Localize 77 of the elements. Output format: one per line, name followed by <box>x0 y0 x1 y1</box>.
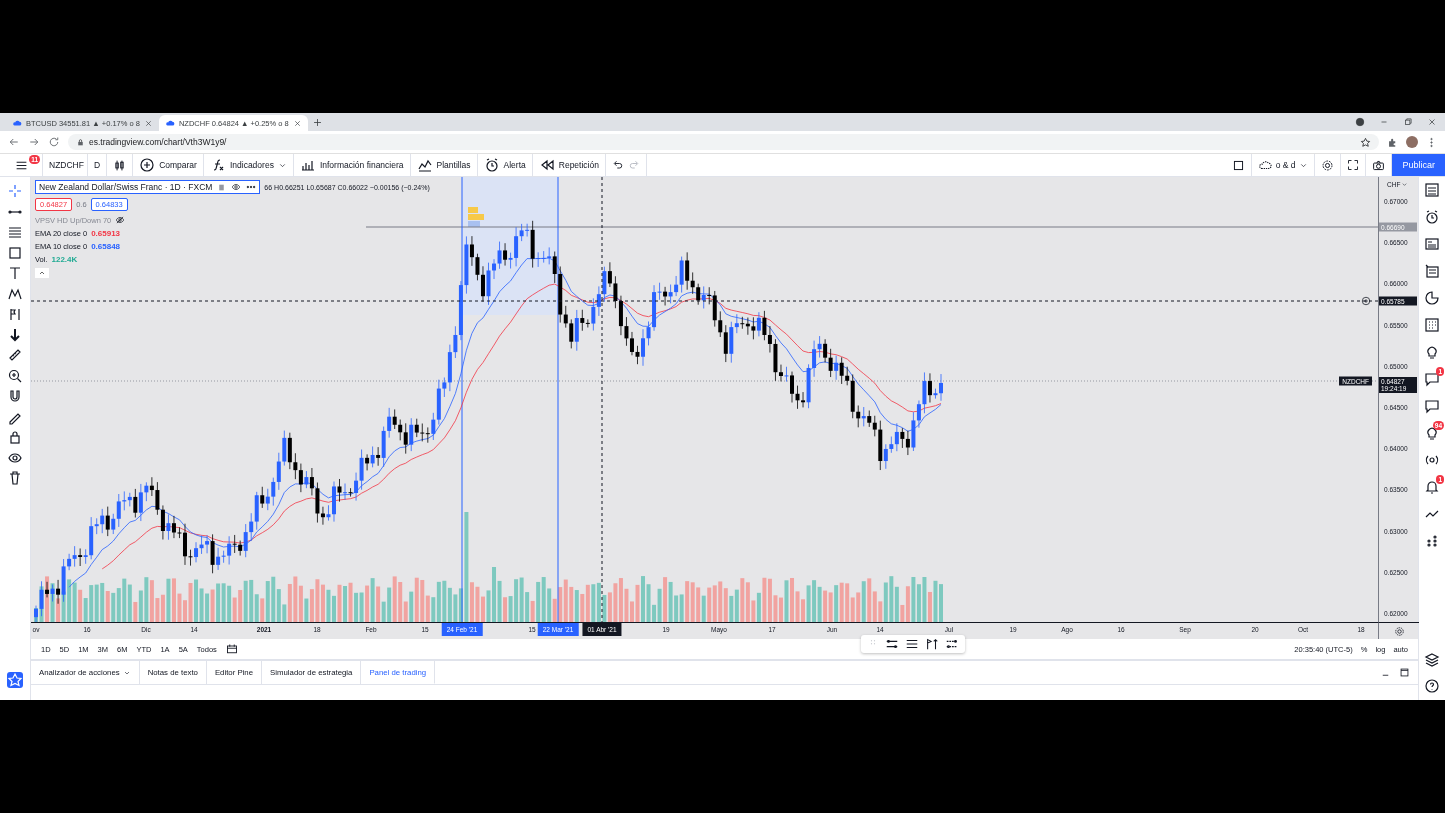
back-icon[interactable] <box>8 136 20 148</box>
line-tools-icon[interactable] <box>945 637 959 651</box>
forward-icon[interactable] <box>28 136 40 148</box>
reload-icon[interactable] <box>48 136 60 148</box>
toolbar-button[interactable]: Alerta <box>477 154 533 176</box>
caret-icon <box>1401 181 1409 188</box>
layout-button[interactable]: o & d <box>1251 154 1316 176</box>
lightbulb-icon[interactable] <box>1424 344 1440 360</box>
cloud-icon <box>164 118 175 128</box>
star-icon[interactable] <box>7 672 23 688</box>
close-icon[interactable] <box>292 118 302 128</box>
zoom-in-icon[interactable] <box>7 367 23 384</box>
alarm-clock-icon[interactable] <box>1424 209 1440 225</box>
text-icon[interactable] <box>7 265 23 281</box>
undo-icon[interactable] <box>611 159 624 171</box>
checkbox-icon[interactable] <box>1231 158 1245 172</box>
lock-icon[interactable] <box>7 429 23 445</box>
profile-icon[interactable] <box>1355 117 1365 127</box>
chat-icon[interactable] <box>1424 398 1440 414</box>
new-tab-icon[interactable] <box>311 116 323 128</box>
calendar-icon[interactable] <box>225 643 238 655</box>
settings-icon[interactable] <box>1393 625 1405 637</box>
publish-button[interactable]: Publicar <box>1392 154 1445 176</box>
chevron-up-icon <box>38 269 46 277</box>
bookmark-star-icon[interactable] <box>1360 136 1371 148</box>
cloud-icon <box>1257 158 1272 172</box>
toolbar-button[interactable]: Plantillas <box>410 154 478 176</box>
help-icon[interactable] <box>1424 678 1440 694</box>
rectangle-icon[interactable] <box>7 244 23 261</box>
puzzle-icon[interactable] <box>1387 136 1398 148</box>
close-icon[interactable] <box>1427 117 1437 127</box>
pie-chart-icon[interactable] <box>1424 290 1440 306</box>
lock-icon <box>76 137 85 147</box>
legend-title: New Zealand Dollar/Swiss Franc · 1D · FXCM <box>39 182 213 192</box>
alarm-clock-icon[interactable] <box>483 157 500 173</box>
interval-button[interactable]: D <box>88 154 108 176</box>
bell-icon[interactable] <box>1424 479 1440 495</box>
indicator-value: 0.65848 <box>91 242 121 251</box>
maximize-icon[interactable] <box>1399 667 1410 678</box>
parallel-lines-icon[interactable] <box>905 637 919 651</box>
legend-box[interactable]: New Zealand Dollar/Swiss Franc · 1D · FXCM <box>35 180 261 194</box>
toolbar-button[interactable]: Repetición <box>532 154 606 176</box>
indicator-value: 122.4K <box>51 255 78 264</box>
symbol-search[interactable]: NZDCHF <box>43 154 88 176</box>
list-icon[interactable] <box>1424 263 1440 279</box>
volume-profile-drawing <box>468 207 484 227</box>
restore-icon[interactable] <box>1403 117 1413 127</box>
candles-icon[interactable] <box>113 158 127 172</box>
add-circle-icon[interactable] <box>1361 296 1371 306</box>
close-icon[interactable] <box>143 118 153 128</box>
add-circle-icon[interactable] <box>139 157 156 173</box>
fullscreen-icon[interactable] <box>1347 159 1360 171</box>
lightbulb-icon[interactable] <box>1424 425 1440 441</box>
camera-icon[interactable] <box>1372 158 1386 172</box>
magnet-icon[interactable] <box>7 388 23 404</box>
chat-icon[interactable] <box>1424 371 1440 387</box>
address-bar[interactable]: es.tradingview.com/chart/Vth3W1y9/ <box>68 134 1379 150</box>
line-tools-icon[interactable] <box>885 637 899 651</box>
forecast-icon[interactable] <box>7 306 23 322</box>
ruler-icon[interactable] <box>7 347 23 363</box>
toolbar-button[interactable]: Indicadores <box>203 154 294 176</box>
watchlist-icon[interactable] <box>1424 182 1440 198</box>
layers-icon[interactable] <box>1424 652 1440 668</box>
toolbar-button[interactable]: Comparar <box>133 154 204 176</box>
url-text: es.tradingview.com/chart/Vth3W1y9/ <box>89 137 227 147</box>
collapse-button[interactable] <box>35 268 49 278</box>
newspaper-icon[interactable] <box>1424 236 1440 252</box>
cloud-icon <box>12 118 22 128</box>
flag-line-icon[interactable] <box>925 637 939 651</box>
eye-off-icon[interactable] <box>115 215 126 225</box>
arrow-down-icon[interactable] <box>7 326 23 343</box>
flag-icon[interactable] <box>217 182 227 192</box>
settings-icon[interactable] <box>1321 158 1335 172</box>
profile-avatar[interactable] <box>1406 136 1418 148</box>
indicator-value: 0.65913 <box>91 229 121 238</box>
trash-icon[interactable] <box>7 470 23 486</box>
toolbar-button[interactable]: Información financiera <box>293 154 411 176</box>
